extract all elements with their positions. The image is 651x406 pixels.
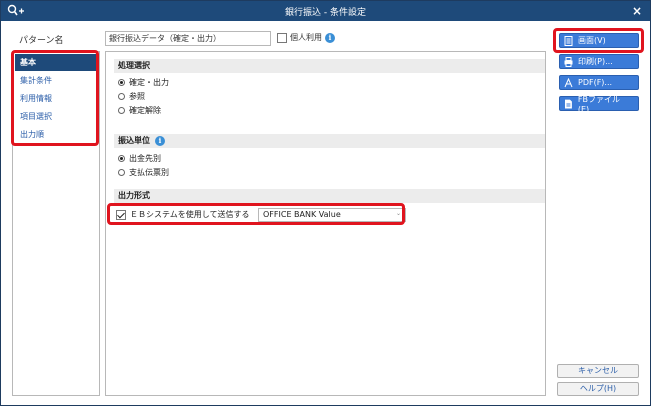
printer-icon [564, 56, 573, 67]
radio-reference[interactable]: 参照 [118, 90, 145, 102]
pattern-name-label: パターン名 [19, 36, 64, 46]
pdf-button[interactable]: PDF(F)... [559, 75, 639, 90]
close-icon[interactable]: × [632, 3, 642, 19]
personal-use-checkbox[interactable] [277, 32, 287, 43]
cancel-button[interactable]: キャンセル [557, 364, 639, 378]
window-title: 銀行振込 - 条件設定 [285, 8, 366, 18]
radio-label: 参照 [129, 91, 145, 101]
file-icon [564, 99, 572, 108]
info-icon[interactable]: i [325, 32, 335, 43]
highlight-box-eb-system [107, 203, 405, 225]
pattern-name-input[interactable]: 銀行振込データ（確定・出力） [105, 31, 271, 46]
title-bar: 銀行振込 - 条件設定 × [1, 1, 650, 21]
print-button[interactable]: 印刷(P)... [559, 54, 639, 69]
radio-label: 確定解除 [129, 105, 161, 115]
help-button[interactable]: ヘルプ(H) [557, 382, 639, 396]
radio-label: 確定・出力 [129, 77, 169, 87]
radio-button-selected[interactable] [118, 78, 125, 86]
highlight-box-screen-button [553, 28, 644, 53]
radio-button[interactable] [118, 92, 125, 100]
personal-use-toggle[interactable]: 個人利用 i [277, 32, 335, 43]
personal-use-label: 個人利用 [290, 33, 322, 42]
radio-confirm-output[interactable]: 確定・出力 [118, 76, 169, 88]
fb-file-button-label: FBファイル(E)... [577, 94, 620, 114]
highlight-box-sidebar [11, 50, 99, 146]
section-processing-title: 処理選択 [114, 59, 545, 73]
radio-button-selected[interactable] [118, 154, 125, 162]
radio-label: 出金先別 [129, 153, 161, 163]
radio-button[interactable] [118, 106, 125, 114]
pdf-icon [564, 77, 573, 87]
dialog-window: 銀行振込 - 条件設定 × パターン名 銀行振込データ（確定・出力） 個人利用 … [0, 0, 651, 406]
section-transfer-unit-title: 振込単位 i [114, 134, 545, 148]
info-icon[interactable]: i [155, 136, 165, 146]
fb-file-button[interactable]: FBファイル(E)... [559, 94, 639, 114]
radio-cancel-confirm[interactable]: 確定解除 [118, 104, 161, 116]
radio-by-payment-slip[interactable]: 支払伝票別 [118, 166, 169, 178]
radio-by-payee[interactable]: 出金先別 [118, 152, 161, 164]
radio-button[interactable] [118, 168, 125, 176]
section-output-format-title: 出力形式 [114, 189, 545, 203]
pdf-button-label: PDF(F)... [578, 78, 613, 87]
radio-label: 支払伝票別 [129, 167, 169, 177]
print-button-label: 印刷(P)... [578, 57, 613, 66]
